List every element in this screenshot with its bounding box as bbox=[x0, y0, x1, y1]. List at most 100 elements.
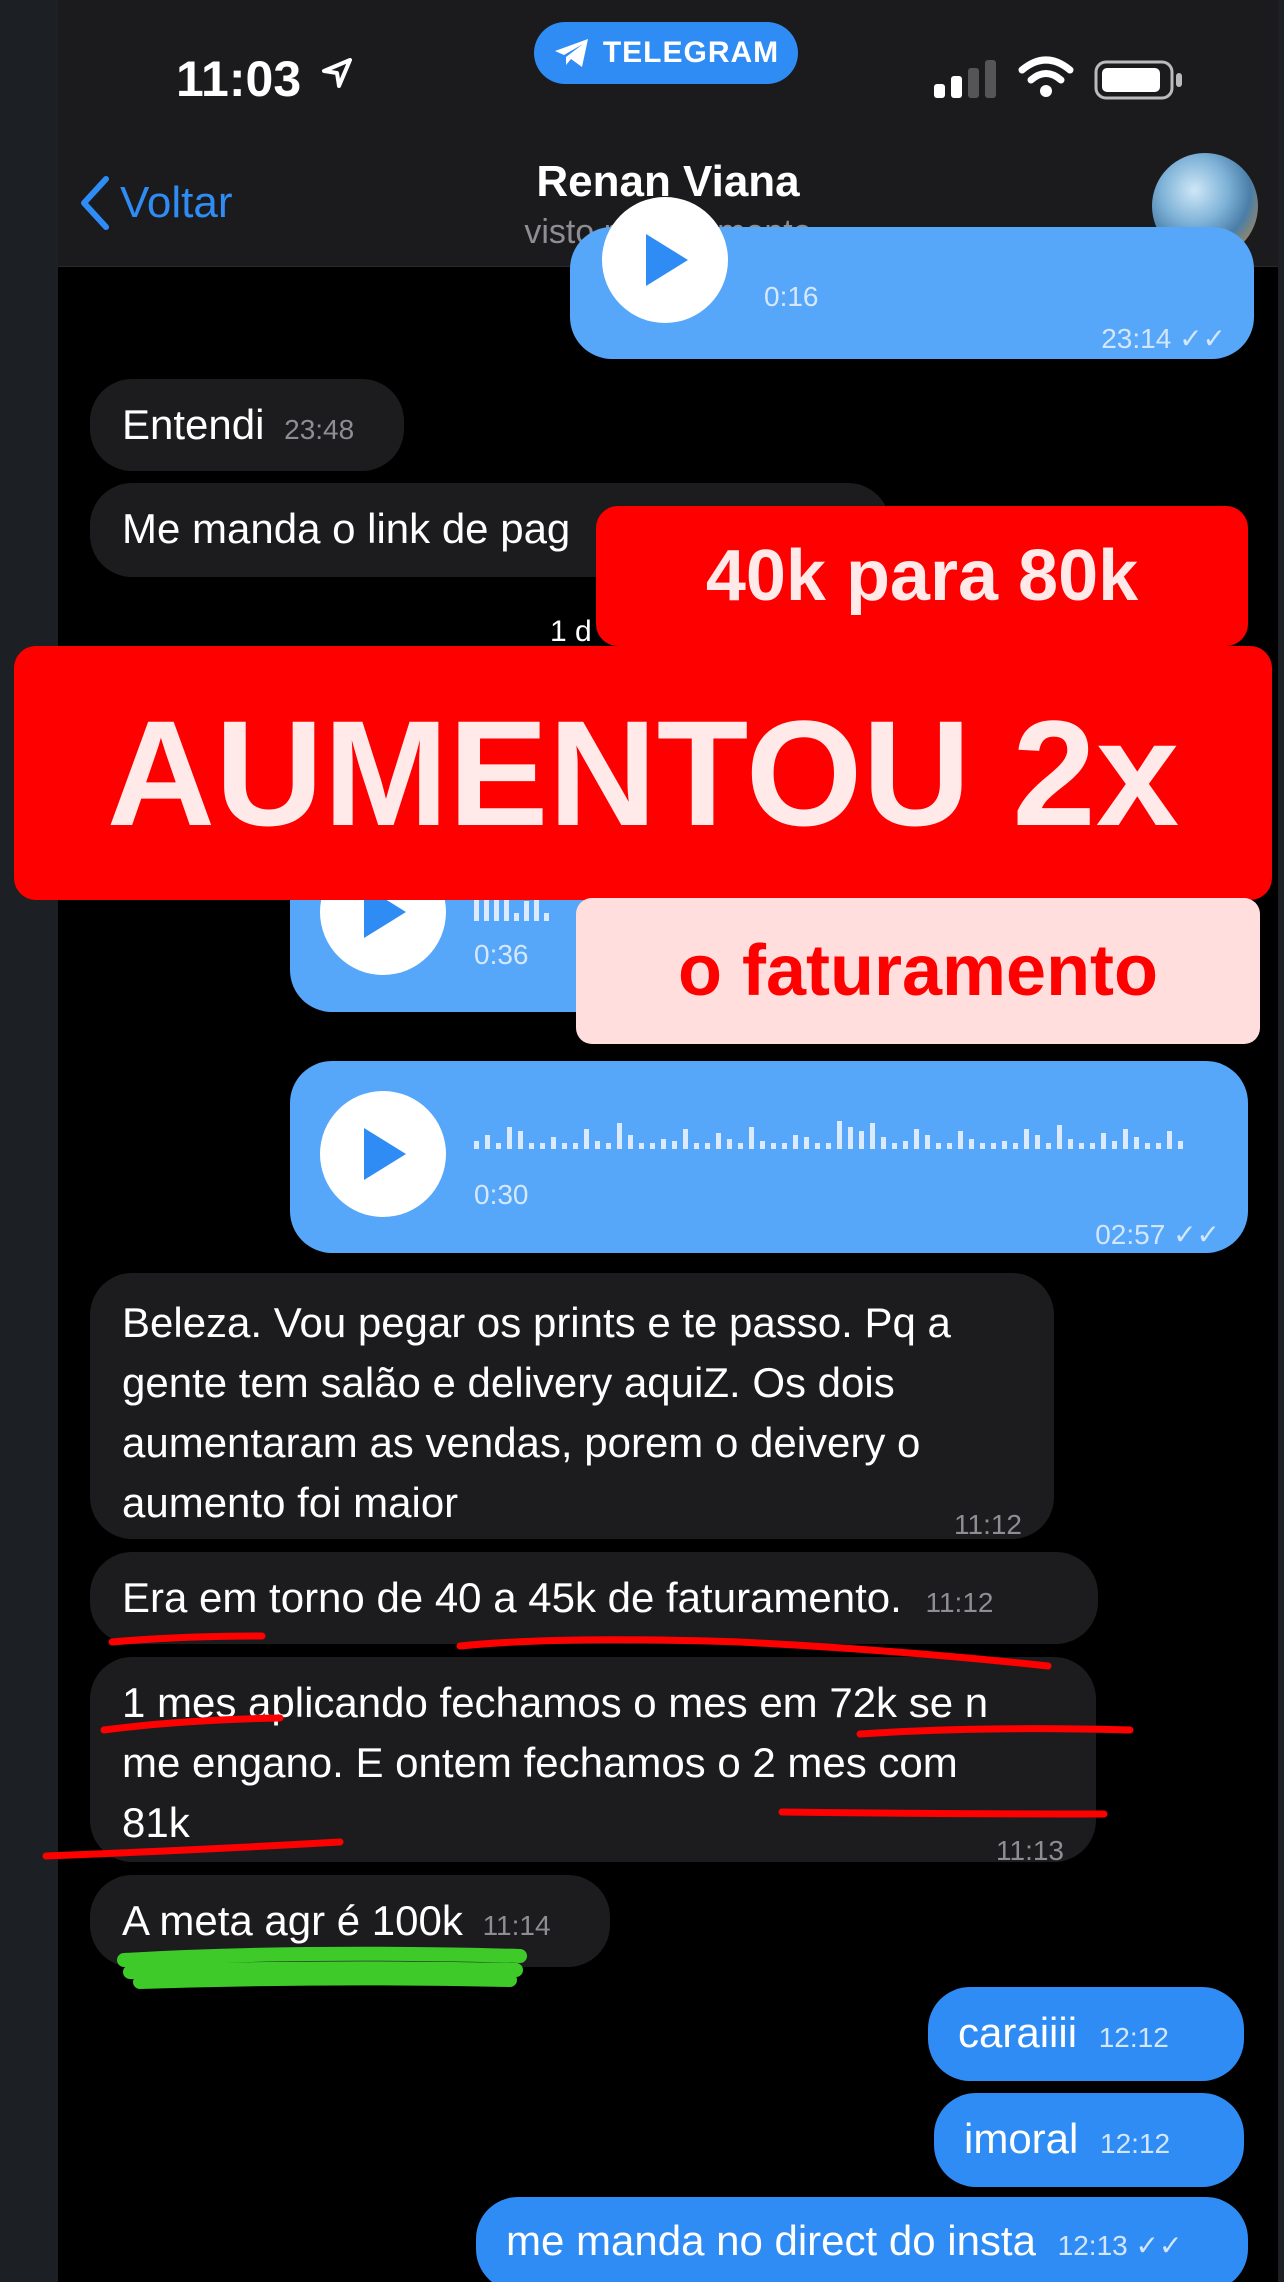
waveform-bar bbox=[1123, 1129, 1128, 1149]
telegram-pill-label: TELEGRAM bbox=[602, 36, 780, 69]
voice-duration: 0:30 bbox=[474, 1179, 529, 1210]
waveform-bar bbox=[1024, 1129, 1029, 1149]
battery-icon bbox=[1094, 60, 1182, 100]
voice-duration: 0:16 bbox=[764, 281, 819, 312]
waveform-bar bbox=[826, 1143, 831, 1149]
waveform-bar bbox=[980, 1143, 985, 1149]
waveform-bar bbox=[947, 1143, 952, 1149]
outgoing-message[interactable]: me manda no direct do insta 12:13 ✓✓ bbox=[476, 2197, 1248, 2282]
message-line: Beleza. Vou pegar os prints e te passo. … bbox=[122, 1299, 951, 1346]
message-line: aumento foi maior bbox=[122, 1479, 459, 1526]
double-check-icon: ✓✓ bbox=[1179, 323, 1226, 354]
waveform-bar bbox=[771, 1143, 776, 1149]
waveform-bar bbox=[782, 1143, 787, 1149]
waveform-bar bbox=[639, 1143, 644, 1149]
waveform-bar bbox=[727, 1139, 732, 1149]
waveform-bar bbox=[1079, 1143, 1084, 1149]
waveform-bar bbox=[474, 1141, 479, 1149]
incoming-message[interactable]: Entendi 23:48 bbox=[90, 379, 404, 471]
waveform-bar bbox=[661, 1139, 666, 1149]
voice-message[interactable]: 0:30 02:57 ✓✓ bbox=[290, 1061, 1248, 1253]
waveform-bar bbox=[1134, 1137, 1139, 1149]
voice-message[interactable]: 0:16 23:14 ✓✓ bbox=[570, 197, 1254, 359]
waveform-bar bbox=[848, 1127, 853, 1149]
waveform-bar bbox=[1178, 1141, 1183, 1149]
location-arrow-icon bbox=[322, 58, 352, 88]
message-text: Era em torno de 40 a 45k de faturamento. bbox=[122, 1574, 902, 1621]
waveform-bar bbox=[705, 1143, 710, 1149]
double-check-icon: ✓✓ bbox=[1173, 1219, 1220, 1250]
waveform-bar bbox=[1013, 1143, 1018, 1149]
play-icon bbox=[646, 234, 688, 286]
message-text: me manda no direct do insta bbox=[506, 2217, 1036, 2264]
waveform-bar bbox=[529, 1143, 534, 1149]
waveform-bar bbox=[617, 1123, 622, 1149]
incoming-message[interactable]: Era em torno de 40 a 45k de faturamento.… bbox=[90, 1552, 1098, 1644]
play-button[interactable] bbox=[320, 1091, 446, 1217]
waveform-bar bbox=[1057, 1125, 1062, 1149]
waveform-bar bbox=[859, 1131, 864, 1149]
voice-duration: 0:36 bbox=[474, 939, 529, 970]
waveform-bar bbox=[969, 1139, 974, 1149]
waveform-bar bbox=[716, 1133, 721, 1149]
waveform-bar bbox=[892, 1143, 897, 1149]
incoming-message[interactable]: A meta agr é 100k 11:14 bbox=[90, 1875, 610, 1967]
waveform-bar bbox=[760, 1141, 765, 1149]
waveform-bar bbox=[903, 1141, 908, 1149]
waveform-bar bbox=[1167, 1131, 1172, 1149]
message-time: 11:14 bbox=[482, 1910, 551, 1941]
main-banner: AUMENTOU 2x bbox=[14, 646, 1272, 900]
waveform-bar bbox=[496, 1143, 501, 1149]
waveform-bar bbox=[936, 1143, 941, 1149]
waveform-bar bbox=[573, 1143, 578, 1149]
message-line: 81k bbox=[122, 1799, 190, 1846]
message-text: A meta agr é 100k bbox=[122, 1897, 463, 1944]
bottom-banner: o faturamento bbox=[576, 898, 1260, 1044]
waveform-bar bbox=[870, 1123, 875, 1149]
phone-screen: 11:03 TELEGRAM Voltar Renan Viana visto … bbox=[58, 0, 1278, 2282]
message-text: caraiiii bbox=[958, 2009, 1078, 2056]
play-button[interactable] bbox=[602, 197, 728, 323]
message-line: me engano. E ontem fechamos o 2 mes com bbox=[122, 1739, 958, 1786]
waveform-bar bbox=[584, 1129, 589, 1149]
waveform-bar bbox=[683, 1129, 688, 1149]
date-separator: 1 d bbox=[550, 615, 592, 648]
message-time: 11:12 bbox=[925, 1587, 994, 1618]
play-icon bbox=[364, 1128, 406, 1180]
bottom-banner-text: o faturamento bbox=[677, 931, 1159, 1011]
waveform-bar bbox=[694, 1143, 699, 1149]
waveform-bar bbox=[749, 1127, 754, 1149]
telegram-icon bbox=[554, 39, 588, 67]
incoming-message[interactable]: 1 mes aplicando fechamos o mes em 72k se… bbox=[90, 1657, 1096, 1866]
waveform-bar bbox=[628, 1135, 633, 1149]
waveform-bar bbox=[958, 1131, 963, 1149]
waveform-bar bbox=[518, 1131, 523, 1149]
signal-icon bbox=[934, 60, 996, 98]
message-text: Entendi bbox=[122, 401, 265, 448]
waveform-bar bbox=[672, 1141, 677, 1149]
waveform-bar bbox=[1068, 1139, 1073, 1149]
outgoing-message[interactable]: caraiiii 12:12 ✓✓ bbox=[928, 1987, 1244, 2118]
waveform-bar bbox=[991, 1143, 996, 1149]
outgoing-message[interactable]: imoral 12:12 ✓✓ bbox=[934, 2093, 1244, 2224]
waveform-bar bbox=[1090, 1143, 1095, 1149]
message-time: 12:13 ✓✓ bbox=[1057, 2230, 1183, 2261]
waveform-bar bbox=[1035, 1135, 1040, 1149]
waveform bbox=[474, 1121, 1183, 1149]
waveform-bar bbox=[562, 1143, 567, 1149]
top-banner: 40k para 80k bbox=[596, 506, 1248, 646]
waveform-bar bbox=[815, 1143, 820, 1149]
message-line: gente tem salão e delivery aquiZ. Os doi… bbox=[122, 1359, 895, 1406]
message-line: 1 mes aplicando fechamos o mes em 72k se… bbox=[122, 1679, 989, 1726]
incoming-message[interactable]: Beleza. Vou pegar os prints e te passo. … bbox=[90, 1273, 1054, 1540]
waveform-bar bbox=[914, 1129, 919, 1149]
waveform-bar bbox=[793, 1135, 798, 1149]
message-text: imoral bbox=[964, 2115, 1079, 2162]
clock: 11:03 bbox=[176, 51, 302, 107]
waveform-bar bbox=[540, 1143, 545, 1149]
message-time: 23:14 ✓✓ bbox=[1101, 323, 1226, 354]
waveform-bar bbox=[1046, 1143, 1051, 1149]
waveform-bar bbox=[507, 1127, 512, 1149]
telegram-pill[interactable]: TELEGRAM bbox=[534, 22, 798, 84]
waveform-bar bbox=[1156, 1143, 1161, 1149]
